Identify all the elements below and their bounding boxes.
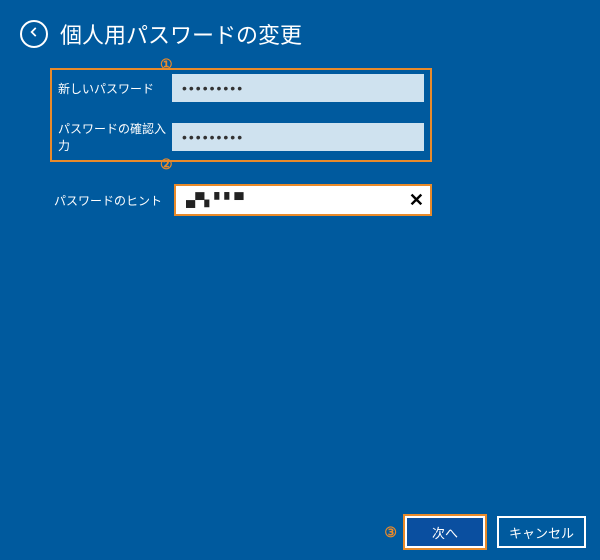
new-password-input[interactable]: ••••••••• bbox=[172, 74, 424, 102]
next-button[interactable]: 次へ bbox=[405, 516, 485, 548]
password-group-highlight: 新しいパスワード ••••••••• パスワードの確認入力 ••••••••• bbox=[50, 68, 432, 162]
arrow-left-icon bbox=[27, 25, 41, 44]
hint-group-highlight: パスワードのヒント ✕ bbox=[174, 184, 432, 216]
confirm-password-label: パスワードの確認入力 bbox=[58, 120, 172, 154]
page-title: 個人用パスワードの変更 bbox=[60, 18, 302, 50]
password-hint-label: パスワードのヒント bbox=[54, 192, 164, 209]
new-password-label: 新しいパスワード bbox=[58, 80, 172, 97]
confirm-password-input[interactable]: ••••••••• bbox=[172, 123, 424, 151]
cancel-button[interactable]: キャンセル bbox=[497, 516, 586, 548]
password-hint-input[interactable] bbox=[176, 186, 430, 214]
clear-input-icon[interactable]: ✕ bbox=[409, 190, 424, 210]
back-button[interactable] bbox=[20, 20, 48, 48]
annotation-3: ③ bbox=[384, 524, 397, 541]
